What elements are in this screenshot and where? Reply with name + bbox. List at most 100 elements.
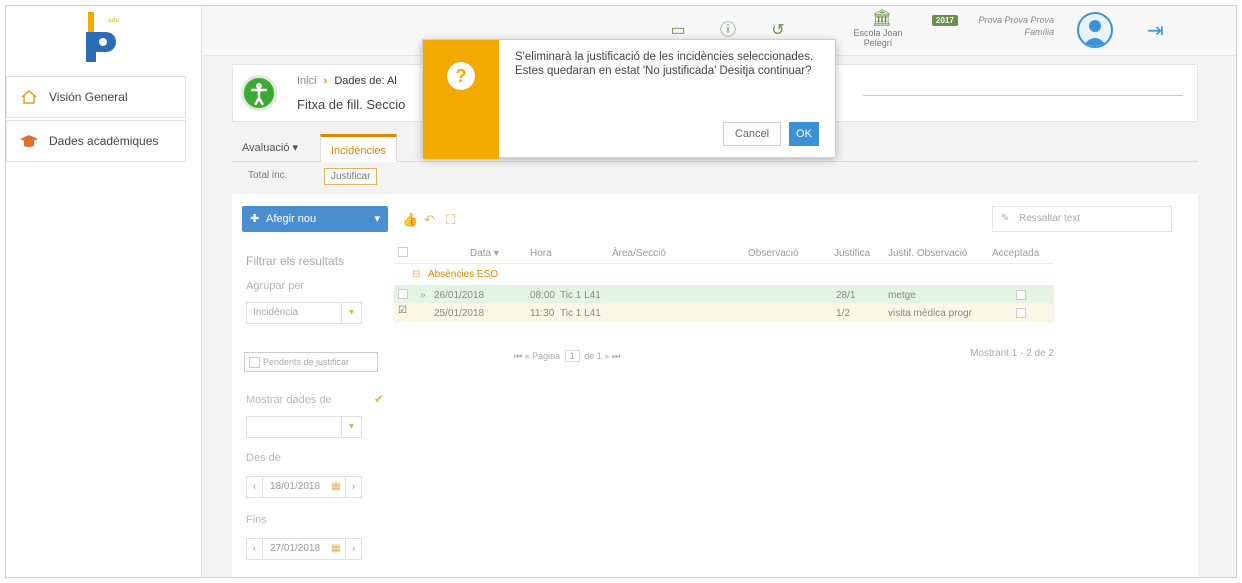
user-info[interactable]: Prova Prova Prova Família bbox=[972, 14, 1054, 38]
highlight-text-input[interactable]: ✎ Ressaltar text bbox=[992, 206, 1172, 232]
to-date-picker[interactable]: ‹ 27/01/2018 ▦ › bbox=[246, 538, 362, 560]
accessibility-icon bbox=[241, 75, 277, 111]
calendar-icon[interactable]: ▦ bbox=[327, 539, 345, 559]
col-area[interactable]: Àrea/Secció bbox=[612, 248, 666, 259]
filter-panel: Filtrar els resultats Agrupar per Incidè… bbox=[242, 244, 388, 574]
tab-incidencies[interactable]: Incidències bbox=[320, 134, 398, 162]
accepted-checkbox[interactable] bbox=[1016, 308, 1026, 318]
avatar[interactable] bbox=[1077, 12, 1113, 48]
page-title: Fitxa de fill. Seccio bbox=[297, 97, 406, 112]
cell-area: Tic 1 L41 bbox=[560, 290, 601, 301]
app-logo[interactable]: edu bbox=[76, 12, 126, 66]
breadcrumb: Inici › Dades de: Al bbox=[297, 75, 397, 87]
to-date-value: 27/01/2018 bbox=[269, 543, 321, 554]
cancel-button[interactable]: Cancel bbox=[723, 122, 781, 146]
table-row[interactable]: » 26/01/2018 08:00 Tic 1 L41 28/1 metge bbox=[394, 286, 1054, 304]
col-date[interactable]: Data ▾ bbox=[470, 248, 499, 259]
prev-page-icon[interactable]: « bbox=[525, 351, 530, 361]
first-page-icon[interactable]: ⏮ bbox=[514, 351, 522, 361]
cell-date: 26/01/2018 bbox=[434, 290, 485, 301]
sidebar-item-label: Dades acadèmiques bbox=[49, 134, 159, 148]
from-date-value: 18/01/2018 bbox=[269, 481, 321, 492]
user-name: Prova Prova Prova bbox=[978, 15, 1054, 25]
show-data-label: Mostrar dades de bbox=[246, 394, 332, 406]
group-by-label: Agrupar per bbox=[246, 280, 305, 292]
cell-time: 08:00 bbox=[530, 290, 556, 301]
thumbs-up-icon[interactable]: 👍 bbox=[402, 212, 418, 228]
col-observation[interactable]: Observació bbox=[748, 248, 799, 259]
year-badge[interactable]: 2017 bbox=[932, 15, 958, 26]
expand-icon[interactable]: ⛶ bbox=[446, 212, 455, 228]
pager: ⏮ « Pàgina 1 de 1 » ⏭ bbox=[514, 350, 620, 362]
group-label: Absències ESO bbox=[428, 269, 499, 280]
breadcrumb-home[interactable]: Inici bbox=[297, 75, 317, 87]
cell-justif-obs: visita mèdica progr bbox=[888, 308, 972, 319]
col-justifica[interactable]: Justifica bbox=[834, 248, 870, 259]
sidebar: edu Visión General Dades acadèmiques bbox=[6, 6, 202, 577]
from-label: Des de bbox=[246, 452, 281, 464]
col-time[interactable]: Hora bbox=[530, 248, 552, 259]
to-label: Fins bbox=[246, 514, 267, 526]
logout-icon[interactable]: ⇥ bbox=[1147, 18, 1164, 43]
school-name[interactable]: Escola Joan Pelegrí bbox=[843, 28, 913, 48]
user-role: Família bbox=[1024, 27, 1054, 37]
add-new-button[interactable]: ✚ Afegir nou ▾ bbox=[242, 206, 388, 232]
select-all-checkbox[interactable] bbox=[398, 247, 408, 257]
subtab-total-inc[interactable]: Total inc. bbox=[242, 168, 293, 183]
page-input[interactable]: 1 bbox=[564, 350, 580, 362]
cell-date: 25/01/2018 bbox=[434, 308, 485, 319]
row-checkbox[interactable] bbox=[398, 289, 408, 299]
pager-label: Pàgina bbox=[532, 351, 561, 361]
pencil-icon: ✎ bbox=[1001, 213, 1010, 224]
next-day-icon[interactable]: › bbox=[345, 477, 361, 497]
cell-time: 11:30 bbox=[530, 308, 555, 319]
undo-icon[interactable]: ↶ bbox=[424, 212, 435, 228]
divider-line bbox=[863, 95, 1183, 96]
group-by-select[interactable]: Incidència ▾ bbox=[246, 302, 362, 324]
row-checkbox-checked[interactable]: ☑ bbox=[398, 305, 407, 316]
cell-justif-obs: metge bbox=[888, 290, 916, 301]
pending-checkbox[interactable]: Pendents de justificar bbox=[244, 352, 378, 372]
filter-title: Filtrar els resultats bbox=[246, 254, 345, 268]
chevron-down-icon: ▾ bbox=[341, 303, 361, 323]
col-accepted[interactable]: Acceptada bbox=[992, 248, 1039, 259]
accepted-checkbox[interactable] bbox=[1016, 290, 1026, 300]
next-day-icon[interactable]: › bbox=[345, 539, 361, 559]
highlight-placeholder: Ressaltar text bbox=[1019, 213, 1081, 224]
records-counter: Mostrant 1 - 2 de 2 bbox=[970, 348, 1054, 359]
sidebar-item-label: Visión General bbox=[49, 90, 128, 104]
last-page-icon[interactable]: ⏭ bbox=[612, 351, 620, 361]
prev-day-icon[interactable]: ‹ bbox=[247, 539, 263, 559]
from-date-picker[interactable]: ‹ 18/01/2018 ▦ › bbox=[246, 476, 362, 498]
plus-icon: ✚ bbox=[250, 213, 260, 225]
group-row[interactable]: ⊟ Absències ESO bbox=[394, 264, 1054, 286]
calendar-icon[interactable]: ▦ bbox=[327, 477, 345, 497]
add-new-label: Afegir nou bbox=[266, 213, 317, 225]
app-frame: edu Visión General Dades acadèmiques ▭ ⓘ… bbox=[5, 5, 1237, 578]
cell-justifica: 1/2 bbox=[836, 308, 850, 319]
school-icon: 🏛 bbox=[871, 10, 893, 27]
sidebar-item-dades-academiques[interactable]: Dades acadèmiques bbox=[6, 120, 186, 162]
show-data-select[interactable]: ▾ bbox=[246, 416, 362, 438]
prev-day-icon[interactable]: ‹ bbox=[247, 477, 263, 497]
collapse-icon[interactable]: ⊟ bbox=[412, 269, 420, 280]
svg-text:edu: edu bbox=[108, 17, 120, 24]
question-icon: ? bbox=[447, 62, 475, 90]
confirm-dialog: ? S'eliminarà la justificació de les inc… bbox=[422, 39, 836, 159]
chevron-down-icon[interactable]: ▾ bbox=[374, 206, 380, 232]
col-justif-obs[interactable]: Justif. Observació bbox=[888, 248, 967, 259]
incidents-table: Data ▾ Hora Àrea/Secció Observació Justi… bbox=[394, 244, 1054, 362]
sidebar-item-vision-general[interactable]: Visión General bbox=[6, 76, 186, 118]
group-by-value: Incidència bbox=[253, 307, 299, 318]
home-icon bbox=[19, 87, 39, 107]
arrow-icon: » bbox=[420, 290, 426, 301]
graduation-cap-icon bbox=[19, 131, 39, 151]
chevron-down-icon: ▾ bbox=[341, 417, 361, 437]
next-page-icon[interactable]: » bbox=[604, 351, 609, 361]
subtab-justificar[interactable]: Justificar bbox=[324, 168, 378, 185]
ok-button[interactable]: OK bbox=[789, 122, 819, 146]
table-row[interactable]: ☑ 25/01/2018 11:30 Tic 1 L41 1/2 visita … bbox=[394, 304, 1054, 322]
pager-total: de 1 bbox=[584, 351, 602, 361]
table-header: Data ▾ Hora Àrea/Secció Observació Justi… bbox=[394, 244, 1054, 264]
tab-avaluacio[interactable]: Avaluació ▾ bbox=[232, 134, 308, 162]
